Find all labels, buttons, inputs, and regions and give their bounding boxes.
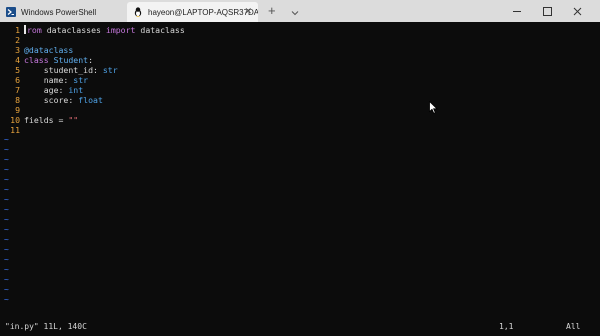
code-token: import bbox=[105, 25, 136, 35]
line-number: 5 bbox=[15, 65, 20, 75]
code-token: Student bbox=[53, 55, 89, 65]
line-number: 8 bbox=[15, 95, 20, 105]
code-token: age: bbox=[24, 85, 69, 95]
code-token: rom bbox=[27, 25, 42, 35]
code-token: name: bbox=[24, 75, 74, 85]
code-token: @dataclass bbox=[24, 45, 74, 55]
new-tab-button[interactable]: + bbox=[268, 3, 276, 18]
line-number: 3 bbox=[15, 45, 20, 55]
tab-label: hayeon@LAPTOP-AQSR37DA: bbox=[148, 7, 258, 17]
line-number: 10 bbox=[10, 115, 20, 125]
title-bar: Windows PowerShell hayeon@LAPTOP-AQSR37D… bbox=[0, 0, 600, 22]
code-token: str bbox=[102, 65, 118, 75]
empty-line-marker: ~ bbox=[4, 235, 9, 244]
status-file-info: "in.py" 11L, 140C bbox=[5, 322, 87, 331]
empty-line-marker: ~ bbox=[4, 205, 9, 214]
empty-line-marker: ~ bbox=[4, 215, 9, 224]
line-number: 9 bbox=[15, 105, 20, 115]
line-number: 2 bbox=[15, 35, 20, 45]
line-number: 7 bbox=[15, 85, 20, 95]
tab-label: Windows PowerShell bbox=[21, 7, 97, 17]
code-token: int bbox=[68, 85, 84, 95]
line-number: 11 bbox=[10, 125, 20, 135]
vim-editor[interactable]: "in.py" 11L, 140C 1,1 All 1 rom dataclass… bbox=[0, 22, 600, 336]
empty-line-marker: ~ bbox=[4, 255, 9, 264]
status-scroll-position: All bbox=[566, 322, 581, 331]
status-cursor-position: 1,1 bbox=[499, 322, 514, 331]
close-icon bbox=[573, 7, 581, 15]
empty-line-marker: ~ bbox=[4, 155, 9, 164]
linux-penguin-icon bbox=[133, 7, 143, 17]
empty-line-marker: ~ bbox=[4, 285, 9, 294]
code-token: str bbox=[73, 75, 89, 85]
empty-line-marker: ~ bbox=[4, 185, 9, 194]
code-line[interactable]: 7 age: int bbox=[0, 85, 83, 95]
empty-line-marker: ~ bbox=[4, 295, 9, 304]
close-window-button[interactable] bbox=[562, 0, 592, 22]
code-token: float bbox=[78, 95, 103, 105]
empty-line-marker: ~ bbox=[4, 265, 9, 274]
chevron-down-icon[interactable] bbox=[289, 4, 301, 16]
code-line[interactable]: 5 student_id: str bbox=[0, 65, 118, 75]
code-token: student_id: bbox=[24, 65, 103, 75]
maximize-icon bbox=[542, 6, 552, 16]
close-tab-icon[interactable]: ✕ bbox=[244, 6, 252, 17]
code-token: class bbox=[24, 55, 49, 65]
code-line[interactable]: 10 fields = "" bbox=[0, 115, 78, 125]
line-number: 6 bbox=[15, 75, 20, 85]
code-token: score: bbox=[24, 95, 79, 105]
empty-line-marker: ~ bbox=[4, 165, 9, 174]
text-cursor bbox=[24, 25, 26, 34]
line-number: 1 bbox=[15, 25, 20, 35]
empty-line-marker: ~ bbox=[4, 275, 9, 284]
tab-windows-powershell[interactable]: Windows PowerShell bbox=[0, 2, 126, 22]
status-bar: "in.py" 11L, 140C 1,1 All bbox=[0, 322, 600, 334]
empty-line-marker: ~ bbox=[4, 225, 9, 234]
code-line[interactable]: 9 bbox=[0, 105, 24, 115]
code-token: "" bbox=[68, 115, 79, 125]
code-line[interactable]: 4 class Student: bbox=[0, 55, 93, 65]
code-line[interactable]: 11 bbox=[0, 125, 24, 135]
empty-line-marker: ~ bbox=[4, 145, 9, 154]
maximize-button[interactable] bbox=[532, 0, 562, 22]
code-token: dataclass bbox=[135, 25, 185, 35]
empty-line-marker: ~ bbox=[4, 195, 9, 204]
code-line[interactable]: 1 rom dataclasses import dataclass bbox=[0, 25, 185, 35]
tab-ubuntu-shell[interactable]: hayeon@LAPTOP-AQSR37DA: ✕ bbox=[127, 2, 258, 22]
code-line[interactable]: 6 name: str bbox=[0, 75, 88, 85]
minimize-button[interactable] bbox=[502, 0, 532, 22]
code-token: fields = bbox=[24, 115, 69, 125]
code-line[interactable]: 8 score: float bbox=[0, 95, 103, 105]
code-token: : bbox=[88, 55, 94, 65]
empty-line-marker: ~ bbox=[4, 245, 9, 254]
code-line[interactable]: 3 @dataclass bbox=[0, 45, 73, 55]
powershell-icon bbox=[6, 7, 16, 17]
code-line[interactable]: 2 bbox=[0, 35, 24, 45]
empty-line-marker: ~ bbox=[4, 135, 9, 144]
mouse-pointer-icon bbox=[429, 101, 438, 114]
line-number: 4 bbox=[15, 55, 20, 65]
empty-line-marker: ~ bbox=[4, 175, 9, 184]
minimize-icon bbox=[513, 10, 521, 12]
code-token: dataclasses bbox=[41, 25, 106, 35]
